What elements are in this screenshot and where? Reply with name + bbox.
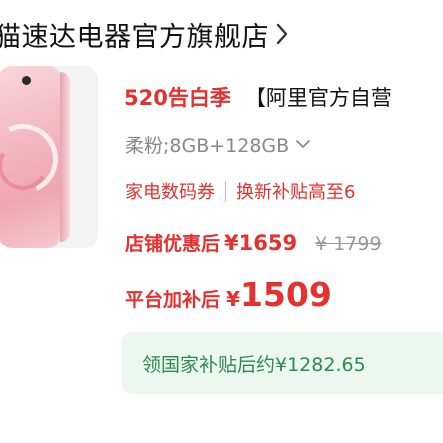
product-title: 【阿里官方自营 bbox=[244, 86, 392, 110]
final-price-row: 平台加补后 ¥ 1509 bbox=[125, 275, 332, 319]
camera-icon bbox=[22, 76, 31, 85]
final-price-label: 平台加补后 bbox=[125, 289, 221, 311]
original-price: ¥ 1799 bbox=[315, 233, 382, 255]
store-price-value: ¥1659 bbox=[224, 231, 298, 255]
store-price-row: 店铺优惠后 ¥1659 ¥ 1799 bbox=[125, 229, 382, 263]
phone-illustration bbox=[0, 66, 68, 248]
coupon-divider bbox=[225, 181, 226, 201]
subsidy-text: 领国家补贴后约¥1282.65 bbox=[142, 353, 366, 376]
final-price-value: 1509 bbox=[239, 275, 332, 314]
coupon-appliance-digital[interactable]: 家电数码券 bbox=[125, 178, 215, 204]
variant-selector[interactable]: 柔粉;8GB+128GB bbox=[125, 129, 311, 159]
final-price-currency: ¥ bbox=[226, 287, 240, 311]
product-title-row[interactable]: 520告白季 【阿里官方自营 bbox=[124, 80, 392, 114]
product-image[interactable] bbox=[0, 66, 98, 248]
coupon-trade-in-subsidy[interactable]: 换新补贴高至6 bbox=[236, 178, 355, 204]
promo-tag: 520告白季 bbox=[124, 86, 231, 110]
variant-label: 柔粉;8GB+128GB bbox=[125, 134, 290, 157]
store-name: 猫速达电器官方旗舰店 bbox=[0, 21, 269, 53]
chevron-right-icon bbox=[275, 19, 293, 49]
national-subsidy-banner[interactable]: 领国家补贴后约¥1282.65 bbox=[122, 332, 443, 394]
phone-edge bbox=[60, 72, 70, 242]
chevron-down-icon bbox=[295, 139, 311, 149]
store-price-label: 店铺优惠后 bbox=[125, 233, 221, 255]
coupon-row[interactable]: 家电数码券 换新补贴高至6 bbox=[125, 176, 355, 206]
store-header[interactable]: 猫速达电器官方旗舰店 bbox=[0, 12, 293, 56]
